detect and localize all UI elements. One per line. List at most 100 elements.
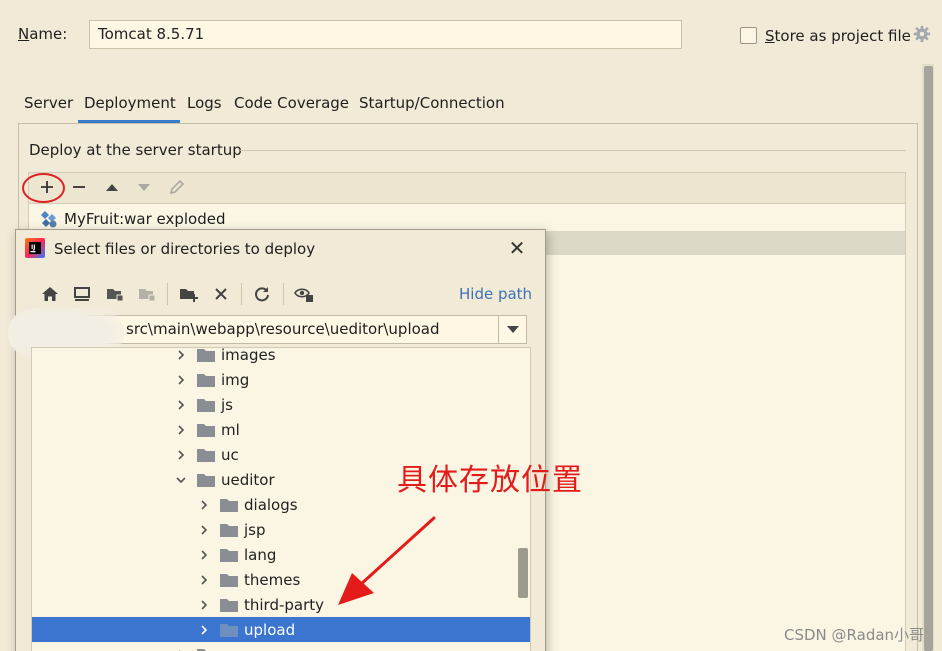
desktop-icon	[74, 287, 90, 301]
tab-code-coverage[interactable]: Code Coverage	[234, 94, 349, 112]
folder-icon	[197, 473, 215, 487]
chevron-down-icon	[506, 325, 519, 333]
home-button[interactable]	[39, 283, 61, 305]
name-input[interactable]: Tomcat 8.5.71	[89, 20, 682, 49]
tree-row[interactable]: ml	[32, 417, 530, 442]
chevron-right-icon[interactable]	[197, 548, 211, 562]
chevron-right-icon[interactable]	[174, 648, 188, 651]
path-text: src\main\webapp\resource\ueditor\upload	[126, 320, 440, 338]
section-divider	[240, 150, 906, 151]
move-up-button[interactable]	[101, 176, 123, 198]
folder-icon	[220, 523, 238, 537]
refresh-icon	[255, 287, 269, 302]
tree-row[interactable]: upload	[32, 617, 530, 642]
tree-item-label: ueditor	[221, 470, 275, 489]
name-label: Name:	[18, 25, 68, 43]
tree-item-label: themes	[244, 570, 301, 589]
folder-icon	[197, 373, 215, 387]
dialog-title: Select files or directories to deploy	[54, 240, 316, 258]
edit-button[interactable]	[166, 176, 188, 198]
tree-row[interactable]: jsp	[32, 517, 530, 542]
folder-icon	[220, 498, 238, 512]
add-button-highlight-circle	[22, 173, 65, 203]
pencil-icon	[169, 179, 185, 195]
chevron-right-icon[interactable]	[197, 498, 211, 512]
tree-item-label: uc	[221, 445, 239, 464]
tree-row[interactable]: lang	[32, 542, 530, 567]
module-folder-icon	[139, 289, 156, 302]
store-as-project-file-label[interactable]: Store as project file	[765, 27, 911, 45]
chevron-right-icon[interactable]	[197, 598, 211, 612]
chevron-right-icon[interactable]	[174, 448, 188, 462]
chevron-right-icon[interactable]	[174, 398, 188, 412]
tree-item-label: dialogs	[244, 495, 298, 514]
annotation-label: 具体存放位置	[397, 463, 583, 498]
tree-item-label: lang	[244, 545, 277, 564]
arrow-down-icon	[138, 184, 150, 191]
tree-scrollbar-thumb[interactable]	[518, 548, 528, 598]
close-icon[interactable]: ✕	[507, 238, 527, 258]
chevron-right-icon[interactable]	[197, 573, 211, 587]
section-title: Deploy at the server startup	[29, 141, 242, 159]
project-button[interactable]	[104, 283, 126, 305]
deploy-list-toolbar	[28, 172, 906, 204]
eye-icon	[294, 288, 313, 302]
tree-item-label: jsp	[244, 520, 266, 539]
watermark: CSDN @Radan小哥	[784, 626, 925, 644]
tree-row[interactable]: user	[32, 642, 530, 651]
tree-item-label: ml	[221, 420, 240, 439]
folder-icon	[197, 398, 215, 412]
desktop-button[interactable]	[71, 283, 93, 305]
hide-path-link[interactable]: Hide path	[459, 285, 532, 303]
toolbar-separator	[283, 283, 284, 305]
chevron-right-icon[interactable]	[174, 423, 188, 437]
folder-icon	[197, 348, 215, 362]
home-icon	[42, 287, 58, 301]
remove-button[interactable]	[68, 176, 90, 198]
deploy-list-item[interactable]: MyFruit:war exploded	[40, 209, 226, 229]
new-folder-button[interactable]	[178, 283, 200, 305]
tree-row[interactable]: themes	[32, 567, 530, 592]
chevron-down-icon[interactable]	[174, 473, 188, 487]
move-down-button[interactable]	[133, 176, 155, 198]
tree-row[interactable]: img	[32, 367, 530, 392]
tree-item-label: upload	[244, 620, 296, 639]
tab-server[interactable]: Server	[24, 94, 73, 112]
module-button[interactable]	[136, 283, 158, 305]
annotation-arrow-icon	[338, 516, 436, 605]
tree-item-label: images	[221, 347, 276, 364]
chevron-right-icon[interactable]	[197, 623, 211, 637]
toolbar-separator	[167, 283, 168, 305]
artifact-icon	[41, 211, 57, 228]
show-hidden-files-button[interactable]	[293, 283, 315, 305]
toolbar-separator	[241, 283, 242, 305]
delete-button[interactable]	[210, 283, 232, 305]
chevron-right-icon[interactable]	[174, 348, 188, 362]
minus-icon	[73, 186, 85, 188]
new-folder-icon	[180, 289, 198, 302]
tree-item-label: user	[221, 646, 254, 651]
refresh-button[interactable]	[251, 283, 273, 305]
tab-startup-connection[interactable]: Startup/Connection	[359, 94, 505, 112]
delete-x-icon	[215, 288, 227, 300]
tree-row[interactable]: images	[32, 347, 530, 367]
folder-icon	[197, 448, 215, 462]
arrow-up-icon	[106, 184, 118, 191]
panel-scrollbar-thumb[interactable]	[924, 66, 933, 651]
tree-row[interactable]: third-party	[32, 592, 530, 617]
tree-item-label: js	[221, 395, 233, 414]
tab-logs[interactable]: Logs	[187, 94, 222, 112]
store-as-project-file-checkbox[interactable]	[740, 27, 757, 44]
folder-icon	[220, 598, 238, 612]
folder-icon	[220, 548, 238, 562]
tree-row[interactable]: js	[32, 392, 530, 417]
deploy-item-label: MyFruit:war exploded	[64, 210, 226, 228]
tree-item-label: img	[221, 370, 250, 389]
chevron-right-icon[interactable]	[197, 523, 211, 537]
folder-icon	[197, 423, 215, 437]
tab-deployment[interactable]: Deployment	[84, 94, 176, 112]
gear-icon[interactable]	[913, 25, 931, 43]
path-history-dropdown[interactable]	[498, 316, 526, 343]
folder-icon	[220, 573, 238, 587]
chevron-right-icon[interactable]	[174, 373, 188, 387]
